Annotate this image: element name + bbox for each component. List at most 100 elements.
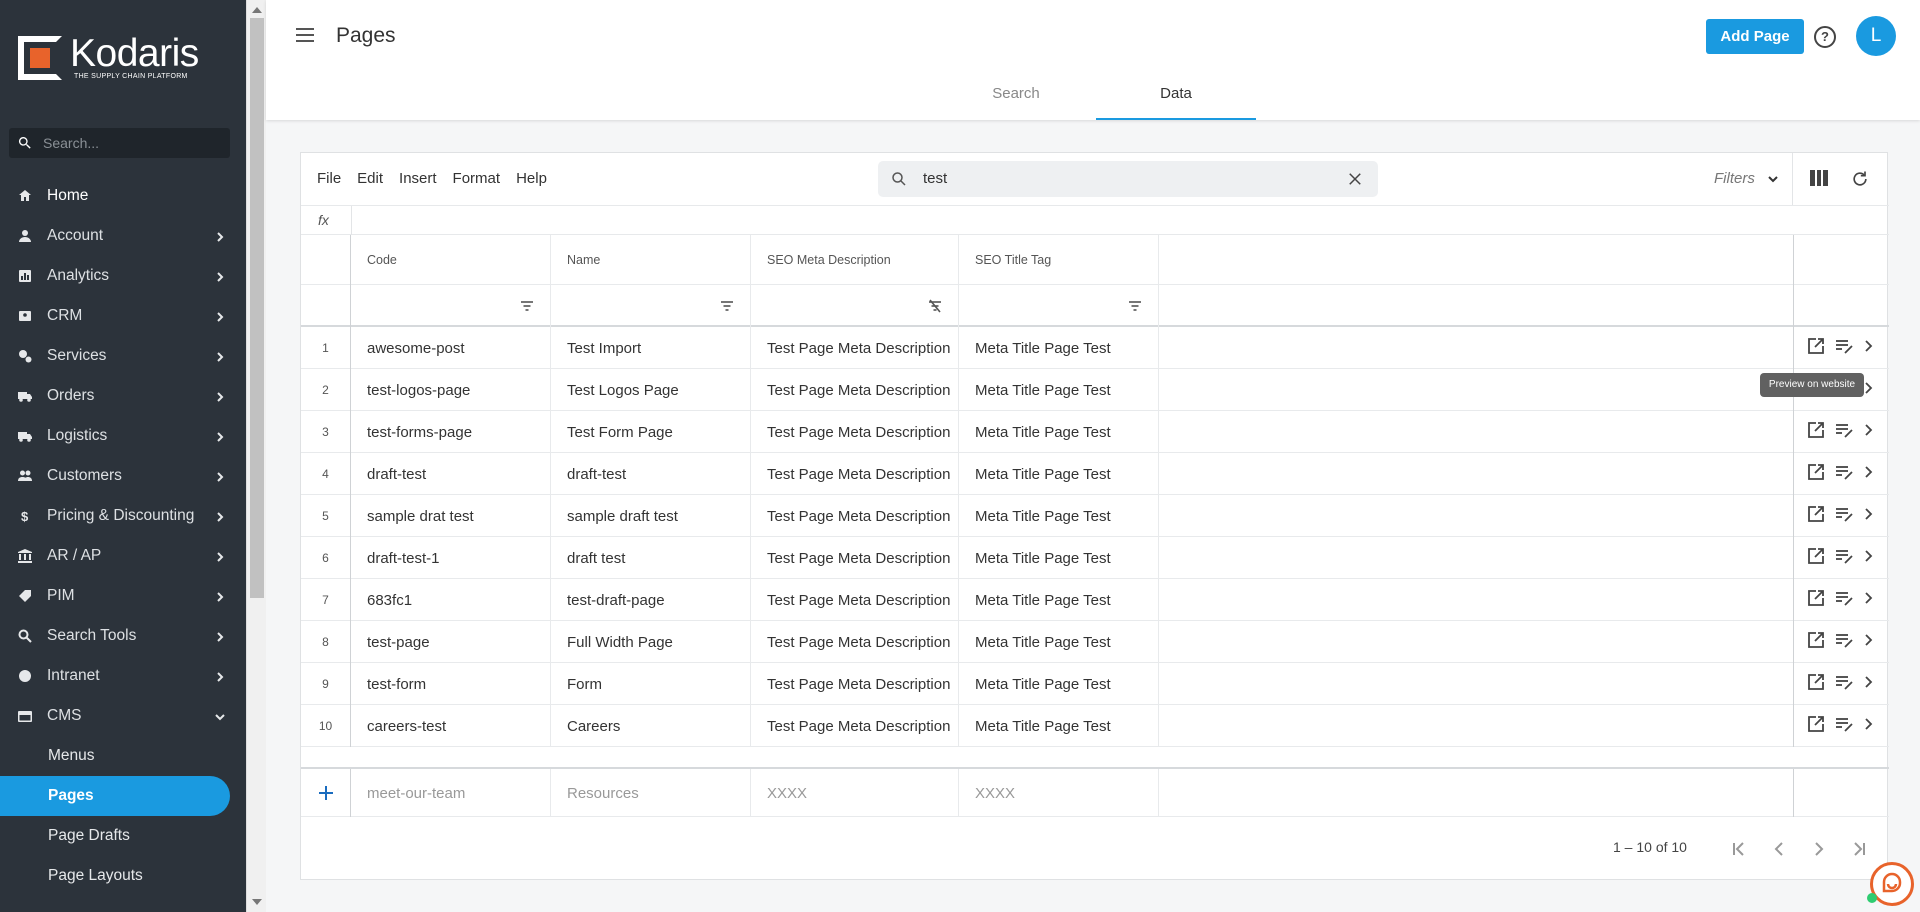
new-row-code[interactable]: meet-our-team bbox=[351, 769, 551, 817]
cell-seo-title[interactable]: Meta Title Page Test bbox=[959, 663, 1159, 705]
last-page-icon[interactable] bbox=[1849, 839, 1869, 859]
chevron-right-icon[interactable] bbox=[1862, 591, 1876, 609]
chevron-right-icon[interactable] bbox=[1862, 507, 1876, 525]
cell-seo-meta[interactable]: Test Page Meta Description bbox=[751, 495, 959, 537]
column-header-seo-meta[interactable]: SEO Meta Description bbox=[751, 235, 959, 285]
chevron-right-icon[interactable] bbox=[1862, 549, 1876, 567]
cell-name[interactable]: Careers bbox=[551, 705, 751, 747]
first-page-icon[interactable] bbox=[1729, 839, 1749, 859]
edit-list-icon[interactable] bbox=[1834, 420, 1854, 444]
cell-seo-meta[interactable]: Test Page Meta Description bbox=[751, 327, 959, 369]
sidebar-subitem-page-layouts[interactable]: Page Layouts bbox=[0, 856, 246, 896]
tab-search[interactable]: Search bbox=[936, 74, 1096, 120]
open-external-icon[interactable] bbox=[1806, 714, 1826, 738]
cell-seo-title[interactable]: Meta Title Page Test bbox=[959, 453, 1159, 495]
kodaris-logo[interactable]: Kodaris THE SUPPLY CHAIN PLATFORM bbox=[18, 34, 199, 80]
sidebar-subitem-pages[interactable]: Pages bbox=[0, 776, 230, 816]
sidebar-scrollbar[interactable] bbox=[246, 0, 266, 912]
cell-code[interactable]: sample drat test bbox=[351, 495, 551, 537]
cell-seo-meta[interactable]: Test Page Meta Description bbox=[751, 453, 959, 495]
edit-list-icon[interactable] bbox=[1834, 714, 1854, 738]
cell-code[interactable]: test-form bbox=[351, 663, 551, 705]
sidebar-item-cms[interactable]: CMS bbox=[0, 696, 246, 736]
sidebar-subitem-menus[interactable]: Menus bbox=[0, 736, 246, 776]
table-row[interactable]: 9 test-form Form Test Page Meta Description… bbox=[301, 663, 1889, 705]
add-row-icon[interactable] bbox=[301, 769, 351, 817]
edit-list-icon[interactable] bbox=[1834, 588, 1854, 612]
cell-name[interactable]: Full Width Page bbox=[551, 621, 751, 663]
new-row-name[interactable]: Resources bbox=[551, 769, 751, 817]
add-page-button[interactable]: Add Page bbox=[1706, 19, 1804, 54]
table-row[interactable]: 6 draft-test-1 draft test Test Page Meta De… bbox=[301, 537, 1889, 579]
table-row[interactable]: 5 sample drat test sample draft test Test P… bbox=[301, 495, 1889, 537]
sidebar-item-crm[interactable]: CRM bbox=[0, 296, 246, 336]
chevron-right-icon[interactable] bbox=[1862, 717, 1876, 735]
filters-dropdown[interactable]: Filters bbox=[1714, 170, 1779, 187]
edit-list-icon[interactable] bbox=[1834, 630, 1854, 654]
open-external-icon[interactable] bbox=[1806, 462, 1826, 486]
sidebar-item-logistics[interactable]: Logistics bbox=[0, 416, 246, 456]
filter-off-icon[interactable] bbox=[928, 299, 942, 313]
cell-seo-meta[interactable]: Test Page Meta Description bbox=[751, 537, 959, 579]
menu-toggle-icon[interactable] bbox=[296, 28, 314, 44]
refresh-icon[interactable] bbox=[1850, 169, 1870, 189]
cell-seo-meta[interactable]: Test Page Meta Description bbox=[751, 579, 959, 621]
chevron-right-icon[interactable] bbox=[1862, 675, 1876, 693]
edit-list-icon[interactable] bbox=[1834, 546, 1854, 570]
open-external-icon[interactable] bbox=[1806, 504, 1826, 528]
sidebar-search-input[interactable] bbox=[43, 135, 213, 151]
column-header-name[interactable]: Name bbox=[551, 235, 751, 285]
cell-name[interactable]: sample draft test bbox=[551, 495, 751, 537]
edit-list-icon[interactable] bbox=[1834, 462, 1854, 486]
cell-name[interactable]: draft test bbox=[551, 537, 751, 579]
grid-search-value[interactable]: test bbox=[923, 170, 947, 187]
tab-data[interactable]: Data bbox=[1096, 74, 1256, 120]
cell-seo-title[interactable]: Meta Title Page Test bbox=[959, 705, 1159, 747]
cell-name[interactable]: Test Logos Page bbox=[551, 369, 751, 411]
table-row[interactable]: 2 test-logos-page Test Logos Page Test Page… bbox=[301, 369, 1889, 411]
table-row[interactable]: 8 test-page Full Width Page Test Page Meta … bbox=[301, 621, 1889, 663]
sidebar-item-services[interactable]: Services bbox=[0, 336, 246, 376]
formula-bar[interactable]: fx bbox=[301, 205, 1889, 235]
cell-seo-meta[interactable]: Test Page Meta Description bbox=[751, 369, 959, 411]
sidebar-item-search-tools[interactable]: Search Tools bbox=[0, 616, 246, 656]
cell-seo-meta[interactable]: Test Page Meta Description bbox=[751, 621, 959, 663]
cell-code[interactable]: test-logos-page bbox=[351, 369, 551, 411]
table-row[interactable]: 7 683fc1 test-draft-page Test Page Meta Des… bbox=[301, 579, 1889, 621]
new-row-seo-title[interactable]: XXXX bbox=[959, 769, 1159, 817]
sidebar-item-home[interactable]: Home bbox=[0, 176, 246, 216]
filter-seo-title[interactable] bbox=[959, 285, 1159, 327]
cell-seo-meta[interactable]: Test Page Meta Description bbox=[751, 663, 959, 705]
filter-seo-meta[interactable] bbox=[751, 285, 959, 327]
menu-format[interactable]: Format bbox=[453, 170, 501, 187]
edit-list-icon[interactable] bbox=[1834, 672, 1854, 696]
sidebar-item-analytics[interactable]: Analytics bbox=[0, 256, 246, 296]
sidebar-item-customers[interactable]: Customers bbox=[0, 456, 246, 496]
cell-code[interactable]: test-page bbox=[351, 621, 551, 663]
sidebar-item-ar-ap[interactable]: AR / AP bbox=[0, 536, 246, 576]
cell-code[interactable]: careers-test bbox=[351, 705, 551, 747]
table-row[interactable]: 4 draft-test draft-test Test Page Meta Desc… bbox=[301, 453, 1889, 495]
sidebar-item-orders[interactable]: Orders bbox=[0, 376, 246, 416]
cell-seo-title[interactable]: Meta Title Page Test bbox=[959, 411, 1159, 453]
cell-seo-meta[interactable]: Test Page Meta Description bbox=[751, 705, 959, 747]
open-external-icon[interactable] bbox=[1806, 588, 1826, 612]
menu-help[interactable]: Help bbox=[516, 170, 547, 187]
scroll-down-arrow-icon[interactable] bbox=[252, 899, 262, 905]
grid-search[interactable]: test bbox=[878, 161, 1378, 197]
filter-name[interactable] bbox=[551, 285, 751, 327]
filter-icon[interactable] bbox=[1128, 299, 1142, 313]
cell-name[interactable]: Test Form Page bbox=[551, 411, 751, 453]
open-external-icon[interactable] bbox=[1806, 630, 1826, 654]
new-row-seo-meta[interactable]: XXXX bbox=[751, 769, 959, 817]
edit-list-icon[interactable] bbox=[1834, 336, 1854, 360]
scrollbar-thumb[interactable] bbox=[250, 18, 264, 598]
sidebar-item-account[interactable]: Account bbox=[0, 216, 246, 256]
table-row[interactable]: 3 test-forms-page Test Form Page Test Page … bbox=[301, 411, 1889, 453]
chevron-right-icon[interactable] bbox=[1862, 381, 1876, 399]
cell-code[interactable]: 683fc1 bbox=[351, 579, 551, 621]
chat-widget[interactable] bbox=[1867, 862, 1914, 906]
menu-edit[interactable]: Edit bbox=[357, 170, 383, 187]
user-avatar[interactable]: L bbox=[1856, 16, 1896, 56]
cell-seo-title[interactable]: Meta Title Page Test bbox=[959, 537, 1159, 579]
